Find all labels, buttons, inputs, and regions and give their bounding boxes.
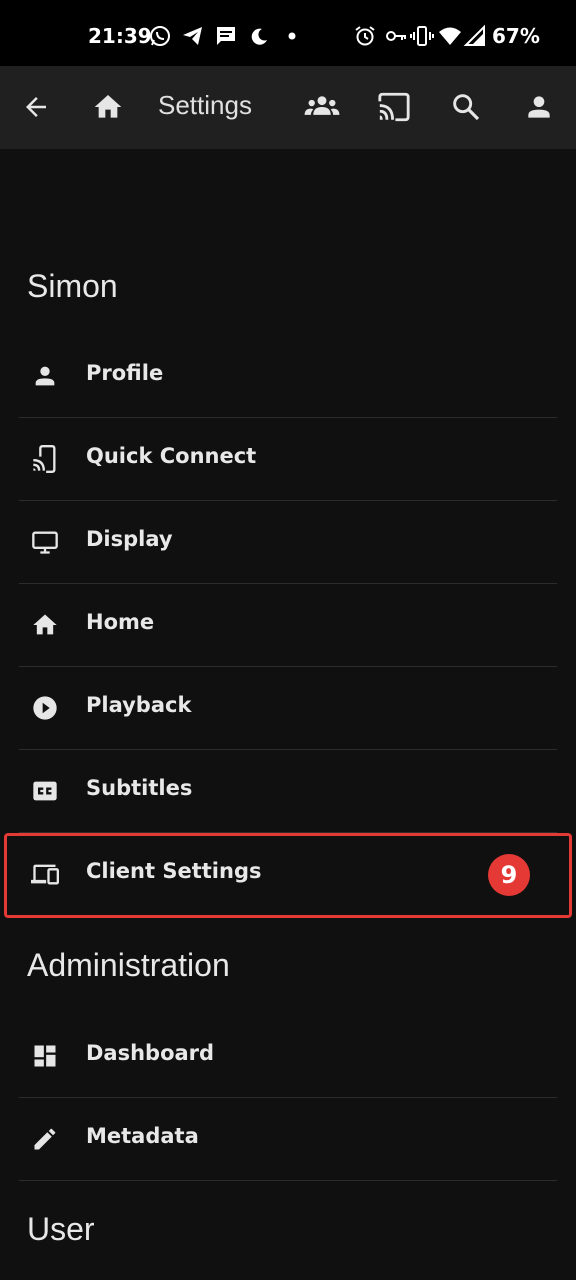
cast-device-icon — [33, 445, 56, 473]
closed-caption-icon — [33, 781, 57, 801]
telegram-icon — [183, 27, 202, 45]
menu-item-home[interactable]: Home — [19, 584, 557, 667]
home-icon — [33, 614, 57, 635]
menu-item-metadata[interactable]: Metadata — [19, 1098, 557, 1181]
person-icon — [35, 366, 55, 386]
users-button[interactable] — [302, 87, 342, 127]
menu-item-label: Home — [86, 610, 155, 634]
account-button[interactable] — [519, 87, 559, 127]
key-icon — [386, 31, 406, 41]
cast-button[interactable] — [374, 87, 414, 127]
menu-item-label: Playback — [86, 693, 192, 717]
status-bar: 21:39 67% — [0, 0, 576, 66]
menu-item-label: Metadata — [86, 1124, 199, 1148]
menu-item-label: Display — [86, 527, 173, 551]
menu-item-label: Subtitles — [86, 776, 193, 800]
step-badge: 9 — [488, 854, 530, 896]
home-icon — [94, 95, 122, 118]
section-title-user-name: Simon — [27, 268, 118, 304]
play-circle-icon — [33, 696, 57, 720]
back-button[interactable] — [16, 87, 56, 127]
menu-item-playback[interactable]: Playback — [19, 667, 557, 750]
highlight-frame — [4, 833, 572, 918]
wifi-icon — [439, 27, 461, 45]
vibrate-icon — [410, 26, 434, 46]
menu-item-profile[interactable]: Profile — [19, 335, 557, 418]
menu-item-label: Quick Connect — [86, 444, 257, 468]
search-button[interactable] — [446, 87, 486, 127]
pencil-icon — [34, 1128, 56, 1150]
signal-icon — [463, 24, 485, 46]
section-title-user: User — [27, 1211, 95, 1247]
cast-icon — [378, 92, 410, 122]
home-button[interactable] — [88, 87, 128, 127]
status-time: 21:39 — [88, 24, 152, 48]
group-icon — [304, 96, 340, 115]
menu-item-label: Dashboard — [86, 1041, 215, 1065]
message-icon — [217, 27, 235, 45]
whatsapp-icon — [150, 26, 170, 46]
menu-item-display[interactable]: Display — [19, 501, 557, 584]
menu-item-label: Profile — [86, 361, 164, 385]
back-arrow-icon — [26, 97, 46, 117]
monitor-icon — [32, 531, 58, 554]
app-bar: Settings — [0, 66, 576, 149]
page-title: Settings — [158, 90, 252, 120]
section-title-administration: Administration — [27, 947, 230, 983]
dashboard-icon — [34, 1045, 56, 1067]
dot-icon — [288, 32, 296, 40]
battery-level: 67% — [492, 24, 540, 48]
account-icon — [528, 96, 550, 118]
search-icon — [453, 94, 480, 121]
moon-icon — [251, 28, 267, 45]
alarm-icon — [355, 26, 375, 46]
menu-item-dashboard[interactable]: Dashboard — [19, 1015, 557, 1098]
menu-item-quick-connect[interactable]: Quick Connect — [19, 418, 557, 501]
menu-item-subtitles[interactable]: Subtitles — [19, 750, 557, 833]
